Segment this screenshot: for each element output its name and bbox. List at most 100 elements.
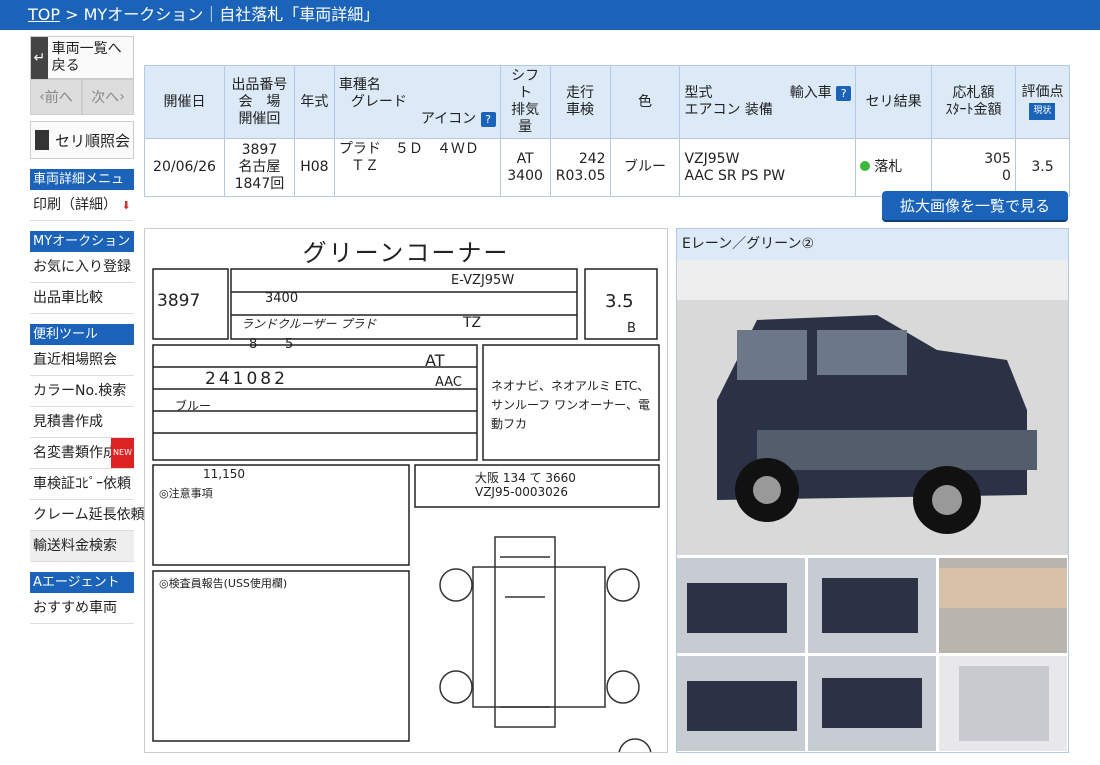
td-score: 3.5 (1014, 138, 1071, 197)
th-lot-3: 開催回 (238, 110, 281, 127)
td-result: 落札 (855, 138, 933, 197)
sheet-year: 8 (249, 337, 258, 352)
main-vehicle-photo[interactable] (677, 260, 1068, 555)
td-model-2: ＴＺ (350, 158, 379, 174)
thumbnail[interactable] (677, 558, 805, 653)
th-score: 評価点 現状 (1014, 65, 1071, 139)
th-lot: 出品番号会 場開催回 (223, 65, 295, 139)
agent-heading: Aエージェント (30, 572, 134, 593)
td-mileage: 242 R03.05 (549, 138, 611, 197)
th-model-1: 車種名 (338, 76, 381, 93)
th-model-3: アイコン (420, 110, 477, 127)
next-button[interactable]: 次へ › (82, 79, 134, 115)
sheet-ac: AAC (435, 375, 462, 390)
table-header-row: 開催日 出品番号会 場開催回 年式 車種名 グレード アイコン ? シフト 排気量 走… (144, 65, 1071, 139)
th-mileage-1: 走行 (566, 85, 595, 101)
th-type-3: エアコン 装備 (684, 102, 773, 118)
th-score-1: 評価点 (1021, 84, 1064, 100)
my-auction-heading: MYオークション (30, 231, 134, 252)
th-shift-2: 排気量 (511, 102, 540, 135)
claim-extension-link[interactable]: クレーム延長依頼 (30, 500, 145, 531)
transfer-docs-link[interactable]: 名変書類作成 NEW (30, 438, 134, 469)
th-year: 年式 (293, 65, 335, 139)
td-lot-1: 3897 (241, 142, 278, 158)
td-price: 305 0 (931, 138, 1016, 197)
thumbnail[interactable] (939, 656, 1067, 751)
market-price-link[interactable]: 直近相場照会 (30, 345, 134, 376)
thumbnail-grid (677, 558, 1068, 751)
breadcrumb-sep: > (65, 5, 79, 24)
print-detail-link[interactable]: 印刷（詳細） ⬇ (30, 190, 134, 221)
vehicle-menu-heading: 車両詳細メニュー (30, 169, 134, 208)
sheet-recycle: 11,150 (203, 467, 245, 481)
shipping-search-link[interactable]: 輸送料金検索 (30, 531, 134, 562)
sheet-report-heading: ◎検査員報告(USS使用欄) (159, 577, 288, 590)
seri-order-button[interactable]: セリ順照会 (30, 121, 134, 159)
sidebar: ↵ 車両一覧へ戻る ‹前へ 次へ› セリ順照会 車両詳細メニュー 印刷（詳細） … (30, 36, 145, 624)
td-type: VZJ95W AAC SR PS PW (679, 138, 857, 197)
sheet-interior: B (627, 321, 636, 336)
back-to-list-button[interactable]: ↵ 車両一覧へ戻る (30, 36, 134, 79)
sheet-serial: VZJ95-0003026 (475, 485, 569, 499)
compare-link[interactable]: 出品車比較 (30, 283, 134, 314)
thumbnail[interactable] (677, 656, 805, 751)
inspection-copy-link[interactable]: 車検証ｺﾋﾟｰ依頼 (30, 469, 134, 500)
back-label: 車両一覧へ戻る (51, 40, 122, 74)
th-lot-2: 会 場 (238, 93, 281, 110)
td-price-2: 0 (1002, 167, 1011, 184)
td-model: プラド ５Ｄ ４ＷＤ ＴＺ (333, 138, 501, 197)
auction-sheet[interactable]: グリーンコーナー 3897 3400 E-VZJ95W 3.5 B ランドクルー… (144, 228, 668, 753)
sheet-month: 5 (285, 337, 294, 352)
breadcrumb-top-link[interactable]: TOP (28, 5, 60, 24)
sheet-type: E-VZJ95W (451, 273, 515, 288)
help-icon[interactable]: ? (836, 86, 852, 101)
photo-panel: Eレーン／グリーン② (676, 228, 1069, 753)
td-result-label: 落札 (874, 159, 903, 175)
th-mileage: 走行 車検 (549, 65, 611, 139)
estimate-link[interactable]: 見積書作成 (30, 407, 134, 438)
td-shift-1: AT (516, 150, 534, 167)
enlarge-images-button[interactable]: 拡大画像を一覧で見る (882, 191, 1068, 220)
th-shift-1: シフト (511, 68, 540, 101)
td-price-1: 305 (984, 150, 1011, 167)
td-model-1: プラド ５Ｄ ４ＷＤ (338, 141, 479, 157)
thumbnail[interactable] (808, 656, 936, 751)
td-color: ブルー (609, 138, 681, 197)
th-model-2: グレード (350, 93, 407, 110)
breadcrumb-current: MYオークション｜自社落札「車両詳細」 (83, 5, 380, 24)
thumbnail[interactable] (939, 558, 1067, 653)
document-icon (35, 130, 49, 150)
color-search-link[interactable]: カラーNo.検索 (30, 376, 134, 407)
td-mileage-1: 242 (578, 150, 606, 167)
next-icon: › (119, 89, 125, 105)
th-model: 車種名 グレード アイコン ? (333, 65, 501, 139)
sheet-title: グリーンコーナー (302, 239, 510, 267)
td-shift: AT 3400 (499, 138, 551, 197)
recommended-link[interactable]: おすすめ車両 (30, 593, 134, 624)
photo-panel-heading: Eレーン／グリーン② (677, 229, 1068, 260)
th-date: 開催日 (144, 65, 225, 139)
favorite-link[interactable]: お気に入り登録 (30, 252, 134, 283)
sheet-color: ブルー (175, 399, 212, 413)
sheet-model: ランドクルーザー プラド (241, 317, 377, 331)
td-lot-3: 1847回 (234, 176, 285, 192)
td-lot-2: 名古屋 (238, 159, 281, 175)
th-result: セリ結果 (855, 65, 933, 139)
sheet-shift: AT (425, 351, 445, 370)
th-type: 型式 輸入車 ? エアコン 装備 (679, 65, 857, 139)
th-type-1: 型式 (684, 85, 713, 101)
print-label: 印刷（詳細） (33, 197, 117, 213)
td-mileage-2: R03.05 (555, 167, 606, 184)
th-type-2: 輸入車 (789, 85, 832, 101)
help-icon[interactable]: ? (480, 111, 496, 127)
thumbnail[interactable] (808, 558, 936, 653)
vehicle-info-table: 開催日 出品番号会 場開催回 年式 車種名 グレード アイコン ? シフト 排気量 走… (144, 65, 1071, 197)
sheet-score: 3.5 (605, 291, 634, 312)
new-badge: NEW (111, 438, 134, 468)
prev-button[interactable]: ‹ 前へ (30, 79, 82, 115)
prev-next-nav: ‹ 前へ 次へ › (30, 79, 134, 115)
sheet-plate: 大阪 134 て 3660 (475, 471, 576, 485)
th-color: 色 (609, 65, 681, 139)
td-type-1: VZJ95W (684, 150, 740, 167)
sheet-form (152, 268, 660, 752)
